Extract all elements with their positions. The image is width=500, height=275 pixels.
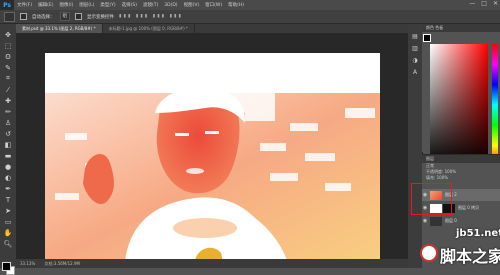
- menu-window[interactable]: 窗口(W): [202, 2, 225, 8]
- canvas-area[interactable]: [16, 33, 408, 261]
- status-bar: 33.13% 文档:3.56M/12.9M: [16, 259, 408, 268]
- layer-thumbnail: [430, 216, 442, 226]
- type-tool-icon[interactable]: T: [3, 195, 13, 204]
- watermark-domain: jb51.net: [456, 228, 500, 239]
- blur-tool-icon[interactable]: ●: [3, 162, 13, 171]
- document-tabs: 素材.psd @ 33.1% (图层 2, RGB/8#) * 未标题-1.jp…: [16, 24, 408, 33]
- path-select-tool-icon[interactable]: ➤: [3, 206, 13, 215]
- shape-tool-icon[interactable]: ▭: [3, 217, 13, 226]
- menu-help[interactable]: 帮助(H): [225, 2, 247, 8]
- menu-3d[interactable]: 3D(D): [161, 3, 180, 8]
- photoshop-logo: Ps: [0, 0, 14, 10]
- layers-panel-header[interactable]: 图层: [422, 155, 500, 163]
- tab-document-2[interactable]: 未标题-1.jpg @ 100% (图层 0, RGB/8#) *: [103, 24, 195, 33]
- menu-select[interactable]: 选择(S): [119, 2, 140, 8]
- hue-slider[interactable]: [492, 44, 498, 166]
- color-picker-field[interactable]: [430, 44, 488, 166]
- tab-document-1[interactable]: 素材.psd @ 33.1% (图层 2, RGB/8#) *: [16, 24, 103, 33]
- history-brush-tool-icon[interactable]: ↺: [3, 129, 13, 138]
- transform-controls-label: 显示变换控件: [87, 14, 114, 20]
- transform-controls-checkbox[interactable]: [75, 13, 82, 20]
- properties-panel-icon[interactable]: ▥: [411, 44, 419, 52]
- move-tool-preset-icon[interactable]: [4, 11, 15, 22]
- marquee-tool-icon[interactable]: ⬚: [3, 41, 13, 50]
- layer-row-3[interactable]: ◉ 图层 0: [422, 215, 500, 227]
- eyedropper-tool-icon[interactable]: ⁄: [3, 85, 13, 94]
- hand-tool-icon[interactable]: ✋: [3, 228, 13, 237]
- document-info: 文档:3.56M/12.9M: [44, 261, 80, 266]
- options-bar: 自动选择： 组 显示变换控件 ▮▮▮ ▮▮▮ ▮▮▮ ▮▮▮: [0, 10, 500, 24]
- maximize-button[interactable]: □: [481, 0, 487, 7]
- close-button[interactable]: ✕: [493, 0, 498, 7]
- visibility-eye-icon[interactable]: ◉: [422, 218, 428, 224]
- zoom-level[interactable]: 33.13%: [20, 261, 35, 266]
- lasso-tool-icon[interactable]: ʘ: [3, 52, 13, 61]
- watermark-logo-icon: [420, 244, 438, 262]
- inverted-photo-image: [45, 53, 380, 261]
- auto-select-label: 自动选择：: [32, 14, 55, 20]
- menu-filter[interactable]: 滤镜(T): [140, 2, 161, 8]
- eraser-tool-icon[interactable]: ◧: [3, 140, 13, 149]
- foreground-color-swatch[interactable]: [2, 262, 11, 271]
- watermark-brand: 脚本之家: [440, 247, 500, 266]
- adjustments-panel-icon[interactable]: ◑: [411, 56, 419, 64]
- menu-bar: Ps 文件(F) 编辑(E) 图像(I) 图层(L) 类型(Y) 选择(S) 滤…: [0, 0, 500, 10]
- menu-edit[interactable]: 编辑(E): [35, 2, 56, 8]
- menu-file[interactable]: 文件(F): [14, 2, 35, 8]
- window-controls: — □ ✕: [469, 0, 498, 7]
- character-panel-icon[interactable]: A: [411, 68, 419, 76]
- menu-image[interactable]: 图像(I): [56, 2, 76, 8]
- brush-tool-icon[interactable]: ✏: [3, 107, 13, 116]
- zoom-tool-icon[interactable]: 🔍︎: [3, 239, 13, 248]
- menu-view[interactable]: 视图(V): [181, 2, 203, 8]
- move-tool-icon[interactable]: ✥: [3, 30, 13, 39]
- menu-layer[interactable]: 图层(L): [76, 2, 97, 8]
- healing-brush-tool-icon[interactable]: ✚: [3, 96, 13, 105]
- history-panel-icon[interactable]: ▤: [411, 32, 419, 40]
- clone-stamp-tool-icon[interactable]: ♙: [3, 118, 13, 127]
- quick-select-tool-icon[interactable]: ✎: [3, 63, 13, 72]
- crop-tool-icon[interactable]: ⌗: [3, 74, 13, 83]
- align-icons[interactable]: ▮▮▮ ▮▮▮ ▮▮▮ ▮▮▮: [119, 14, 183, 19]
- document-canvas[interactable]: [45, 53, 380, 261]
- dodge-tool-icon[interactable]: ◐: [3, 173, 13, 182]
- highlight-annotation-box: [411, 183, 452, 215]
- fill-field[interactable]: 填充: 100%: [422, 175, 500, 181]
- collapsed-panel-strip: ▤ ▥ ◑ A: [408, 24, 423, 268]
- gradient-tool-icon[interactable]: ▬: [3, 151, 13, 160]
- color-panel-foreground-swatch[interactable]: [423, 34, 431, 42]
- color-panel-tabs[interactable]: 颜色 色板: [422, 24, 500, 32]
- menu-type[interactable]: 类型(Y): [97, 2, 118, 8]
- layer-name: 图层 0: [445, 218, 457, 223]
- auto-select-checkbox[interactable]: [20, 13, 27, 20]
- tools-panel: ✥ ⬚ ʘ ✎ ⌗ ⁄ ✚ ✏ ♙ ↺ ◧ ▬ ● ◐ ✒ T ➤ ▭ ✋ 🔍︎: [0, 24, 17, 275]
- layer-name: 图层 0 拷贝: [458, 205, 480, 210]
- color-panel: 颜色 色板: [422, 24, 500, 166]
- minimize-button[interactable]: —: [469, 0, 475, 7]
- auto-select-dropdown[interactable]: 组: [59, 12, 70, 21]
- pen-tool-icon[interactable]: ✒: [3, 184, 13, 193]
